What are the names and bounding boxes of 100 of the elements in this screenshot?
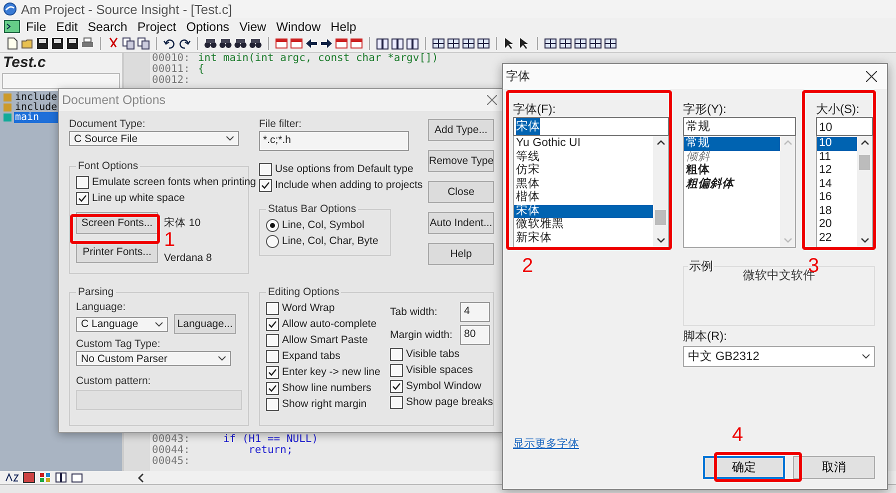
dialog-button[interactable]: 取消: [793, 456, 875, 479]
menu-item[interactable]: Edit: [52, 20, 82, 34]
checkbox[interactable]: [390, 380, 403, 392]
list-item[interactable]: 14: [817, 178, 857, 191]
dialog-button[interactable]: Auto Indent...: [428, 212, 494, 234]
list-item[interactable]: 22: [817, 232, 857, 245]
list-item[interactable]: 楷体: [514, 191, 653, 204]
list-item[interactable]: 等线: [514, 150, 653, 164]
list-item[interactable]: 新宋体: [514, 232, 653, 245]
list-item[interactable]: Yu Gothic UI: [514, 137, 653, 150]
chevron-up-icon[interactable]: [656, 140, 664, 145]
copy-icon[interactable]: [137, 37, 150, 50]
language-button[interactable]: Language...: [174, 314, 236, 334]
checkbox[interactable]: [266, 366, 279, 378]
close-icon[interactable]: [866, 71, 877, 82]
printer-icon[interactable]: [81, 37, 94, 50]
chevron-left-icon[interactable]: [137, 472, 145, 482]
book-icon[interactable]: [55, 472, 67, 483]
save-icon[interactable]: [36, 37, 49, 50]
language-dropdown[interactable]: C Language: [76, 316, 168, 332]
symbol-item[interactable]: include: [14, 102, 58, 112]
script-dropdown[interactable]: 中文 GB2312: [683, 346, 875, 367]
list-item[interactable]: 18: [817, 204, 857, 218]
scrollbar[interactable]: [653, 136, 668, 247]
margin-width-field[interactable]: 80: [460, 324, 490, 344]
grid-icon[interactable]: [589, 37, 602, 50]
menu-item[interactable]: Search: [84, 20, 132, 34]
list-item[interactable]: 仿宋: [514, 164, 653, 178]
list-item[interactable]: 黑体: [514, 178, 653, 191]
checkbox[interactable]: [266, 398, 279, 410]
chevron-down-icon[interactable]: [656, 238, 664, 243]
binoculars-icon[interactable]: [234, 37, 247, 50]
book-icon[interactable]: [406, 37, 419, 50]
more-fonts-link[interactable]: 显示更多字体: [513, 436, 579, 451]
grid-icon[interactable]: [462, 37, 475, 50]
list-item[interactable]: 粗体: [684, 164, 780, 178]
menu-item[interactable]: Window: [272, 20, 325, 34]
menu-item[interactable]: Project: [133, 20, 180, 34]
binoculars-icon[interactable]: [249, 37, 262, 50]
dialog-button[interactable]: Close: [428, 181, 494, 203]
scissors-icon[interactable]: [107, 37, 120, 50]
list-item[interactable]: 16: [817, 191, 857, 204]
checkbox[interactable]: [259, 162, 272, 176]
checkbox[interactable]: [390, 396, 403, 408]
dialog-button[interactable]: 确定: [703, 456, 785, 479]
list-item[interactable]: 粗偏斜体: [684, 178, 780, 191]
grid-icon[interactable]: [604, 37, 617, 50]
list-item[interactable]: 微软雅黑: [514, 218, 653, 232]
grid-icon[interactable]: [559, 37, 572, 50]
save-icon[interactable]: [66, 37, 79, 50]
scrollbar[interactable]: [857, 136, 872, 247]
checkbox[interactable]: [266, 350, 279, 362]
list-item[interactable]: 12: [817, 164, 857, 178]
checkbox[interactable]: [390, 348, 403, 360]
list-item[interactable]: 11: [817, 150, 857, 164]
symbol-item[interactable]: include: [14, 92, 58, 102]
checkbox[interactable]: [76, 176, 89, 188]
grid-icon[interactable]: [574, 37, 587, 50]
book-icon[interactable]: [376, 37, 389, 50]
scrollbar-thumb[interactable]: [655, 210, 666, 225]
undo-icon[interactable]: [163, 37, 176, 50]
custom-tag-type-dropdown[interactable]: No Custom Parser: [76, 351, 231, 366]
arrow-right-icon[interactable]: [320, 37, 333, 50]
arrow-left-icon[interactable]: [305, 37, 318, 50]
list-item[interactable]: 10: [817, 137, 857, 150]
menu-item[interactable]: Options: [182, 20, 234, 34]
font-name-field[interactable]: 宋体: [513, 117, 669, 136]
file-filter-field[interactable]: *.c;*.h: [259, 131, 409, 151]
list-item[interactable]: 常规: [684, 137, 780, 150]
checkbox[interactable]: [390, 364, 403, 376]
checkbox[interactable]: [266, 334, 279, 346]
menu-item[interactable]: File: [22, 20, 50, 34]
checkbox[interactable]: [266, 318, 279, 330]
list-item[interactable]: 宋体: [514, 204, 653, 218]
new-file-icon[interactable]: [6, 37, 19, 50]
radio-button[interactable]: [266, 234, 279, 248]
checkbox[interactable]: [266, 302, 279, 314]
font-style-field[interactable]: 常规: [683, 117, 796, 136]
radio-button[interactable]: [266, 218, 279, 232]
tab-width-field[interactable]: 4: [460, 302, 490, 322]
window-icon[interactable]: [71, 472, 83, 483]
menu-item[interactable]: View: [235, 20, 270, 34]
menu-item[interactable]: Help: [326, 20, 360, 34]
grid-icon[interactable]: [544, 37, 557, 50]
list-item[interactable]: 倾斜: [684, 150, 780, 164]
sort-icon[interactable]: [5, 472, 19, 483]
save-icon[interactable]: [51, 37, 64, 50]
folder-icon[interactable]: [21, 37, 34, 50]
redo-icon[interactable]: [178, 37, 191, 50]
checkbox[interactable]: [266, 382, 279, 394]
grid-icon[interactable]: [477, 37, 490, 50]
checkbox[interactable]: [76, 192, 89, 204]
grid-icon[interactable]: [447, 37, 460, 50]
chevron-down-icon[interactable]: [860, 238, 868, 243]
chevron-up-icon[interactable]: [860, 140, 868, 145]
scrollbar-thumb[interactable]: [859, 155, 870, 170]
list-item[interactable]: 20: [817, 218, 857, 232]
grid-icon[interactable]: [432, 37, 445, 50]
dialog-button[interactable]: Remove Type: [428, 150, 494, 172]
binoculars-icon[interactable]: [204, 37, 217, 50]
